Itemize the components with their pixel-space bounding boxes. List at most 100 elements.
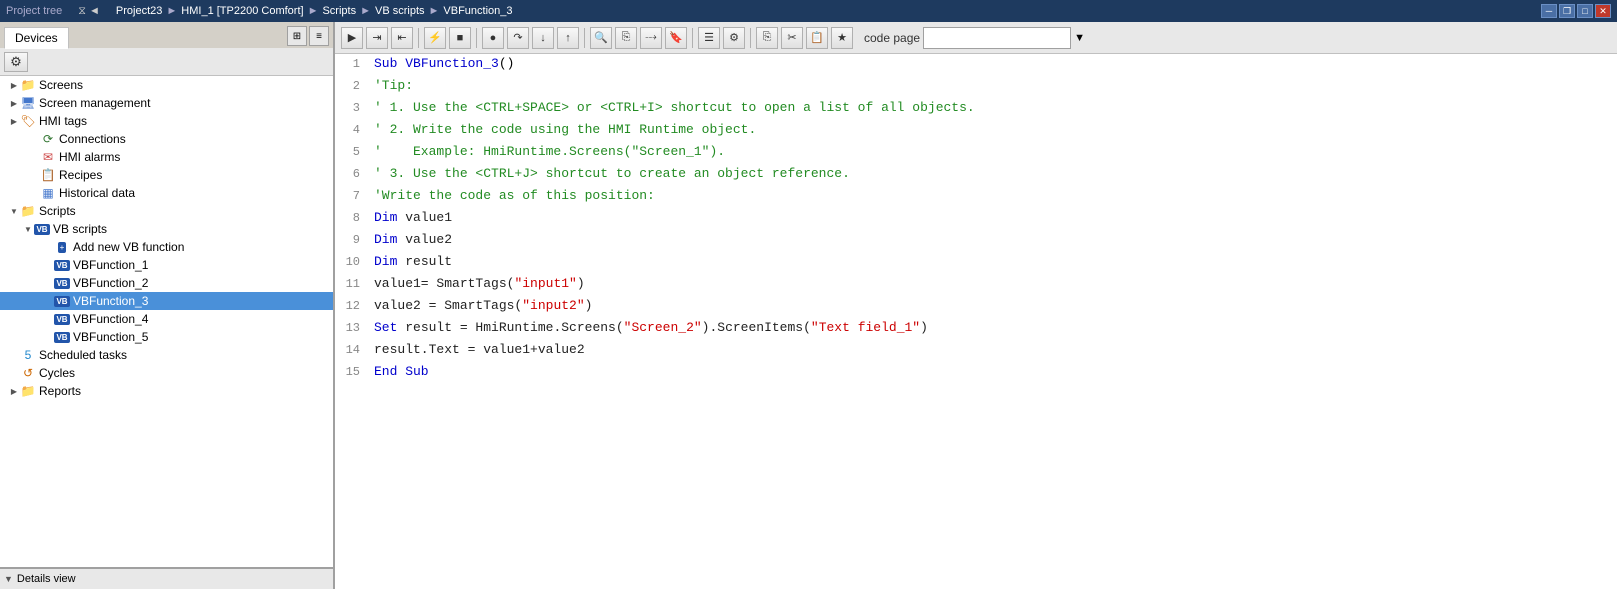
line-number-1: 1 [335, 55, 370, 73]
line-content-5[interactable]: ' Example: HmiRuntime.Screens("Screen_1"… [370, 142, 1617, 162]
connections-icon: ⟳ [40, 132, 56, 146]
replace-button[interactable]: ⎘ [615, 27, 637, 49]
historical-label: Historical data [59, 186, 135, 200]
hmi-alarms-icon: ✉ [40, 150, 56, 164]
expand-vb-scripts[interactable]: ▼ [22, 223, 34, 235]
project-tree[interactable]: ▶ 📁 Screens ▶ 🖥 Screen management ▶ 🏷 HM… [0, 76, 333, 567]
line-content-7[interactable]: 'Write the code as of this position: [370, 186, 1617, 206]
cut-button[interactable]: ✂ [781, 27, 803, 49]
outdent-button[interactable]: ⇤ [391, 27, 413, 49]
left-toolbar: ⚙ [0, 48, 333, 76]
devices-tab[interactable]: Devices [4, 27, 69, 49]
add-vb-label: Add new VB function [73, 240, 184, 254]
folder-icon: 📁 [20, 78, 36, 92]
code-editor[interactable]: 1Sub VBFunction_3()2'Tip:3' 1. Use the <… [335, 54, 1617, 589]
breadcrumb-scripts: Scripts [322, 5, 356, 17]
tree-item-vbfunc1[interactable]: ▶ VB VBFunction_1 [0, 256, 333, 274]
code-page-input[interactable] [923, 27, 1071, 49]
grid-view-button[interactable]: ⊞ [287, 26, 307, 46]
vbfunc1-label: VBFunction_1 [73, 258, 148, 272]
bookmark-button[interactable]: 🔖 [665, 27, 687, 49]
connections-label: Connections [59, 132, 126, 146]
line-content-11[interactable]: value1= SmartTags("input1") [370, 274, 1617, 294]
panel-controls[interactable]: ⧖ ◄ [78, 5, 100, 18]
bottom-collapse-arrow[interactable]: ▼ [4, 574, 13, 584]
historical-icon: ▦ [40, 186, 56, 200]
step-into-button[interactable]: ↓ [532, 27, 554, 49]
tree-item-vbfunc3[interactable]: ▶ VB VBFunction_3 [0, 292, 333, 310]
minimize-button[interactable]: ─ [1541, 4, 1557, 18]
line-content-4[interactable]: ' 2. Write the code using the HMI Runtim… [370, 120, 1617, 140]
expand-screens[interactable]: ▶ [8, 79, 20, 91]
tree-item-screen-management[interactable]: ▶ 🖥 Screen management [0, 94, 333, 112]
breadcrumb-vb: VB scripts [375, 5, 425, 17]
line-number-9: 9 [335, 231, 370, 249]
compile-button[interactable]: ⚡ [424, 27, 446, 49]
indent-button[interactable]: ⇥ [366, 27, 388, 49]
ext-button[interactable]: ★ [831, 27, 853, 49]
tree-item-hmi-alarms[interactable]: ▶ ✉ HMI alarms [0, 148, 333, 166]
copy-button[interactable]: ⎘ [756, 27, 778, 49]
paste-button[interactable]: 📋 [806, 27, 828, 49]
step-over-button[interactable]: ↷ [507, 27, 529, 49]
expand-reports[interactable]: ▶ [8, 385, 20, 397]
code-line-5: 5' Example: HmiRuntime.Screens("Screen_1… [335, 142, 1617, 164]
tree-item-historical[interactable]: ▶ ▦ Historical data [0, 184, 333, 202]
line-content-2[interactable]: 'Tip: [370, 76, 1617, 96]
tree-item-add-vb[interactable]: ▶ + Add new VB function [0, 238, 333, 256]
properties-button[interactable]: ⚙ [723, 27, 745, 49]
line-number-2: 2 [335, 77, 370, 95]
close-button[interactable]: ✕ [1595, 4, 1611, 18]
code-line-15: 15End Sub [335, 362, 1617, 384]
line-content-10[interactable]: Dim result [370, 252, 1617, 272]
code-page-label: code page [864, 31, 920, 45]
expand-scripts[interactable]: ▼ [8, 205, 20, 217]
restore-button[interactable]: ❐ [1559, 4, 1575, 18]
tree-item-scripts[interactable]: ▼ 📁 Scripts [0, 202, 333, 220]
vb-scripts-label: VB scripts [53, 222, 107, 236]
window-controls[interactable]: ─ ❐ □ ✕ [1541, 4, 1611, 18]
line-content-6[interactable]: ' 3. Use the <CTRL+J> shortcut to create… [370, 164, 1617, 184]
line-content-3[interactable]: ' 1. Use the <CTRL+SPACE> or <CTRL+I> sh… [370, 98, 1617, 118]
autocomplete-button[interactable]: ☰ [698, 27, 720, 49]
line-content-13[interactable]: Set result = HmiRuntime.Screens("Screen_… [370, 318, 1617, 338]
expand-hmi-tags[interactable]: ▶ [8, 115, 20, 127]
tree-item-screens[interactable]: ▶ 📁 Screens [0, 76, 333, 94]
stop-button[interactable]: ■ [449, 27, 471, 49]
code-page-dropdown[interactable]: ▼ [1074, 32, 1085, 44]
toolbar-sep-1 [418, 28, 419, 48]
bottom-bar: ▼ Details view [0, 567, 333, 589]
breadcrumb-func: VBFunction_3 [443, 5, 512, 17]
list-view-button[interactable]: ≡ [309, 26, 329, 46]
tree-item-hmi-tags[interactable]: ▶ 🏷 HMI tags [0, 112, 333, 130]
line-content-1[interactable]: Sub VBFunction_3() [370, 54, 1617, 74]
toggle-bp-button[interactable]: ● [482, 27, 504, 49]
vbfunc4-label: VBFunction_4 [73, 312, 148, 326]
find-button[interactable]: 🔍 [590, 27, 612, 49]
toolbar-sep-2 [476, 28, 477, 48]
line-content-9[interactable]: Dim value2 [370, 230, 1617, 250]
tree-item-vbfunc5[interactable]: ▶ VB VBFunction_5 [0, 328, 333, 346]
line-content-12[interactable]: value2 = SmartTags("input2") [370, 296, 1617, 316]
line-content-14[interactable]: result.Text = value1+value2 [370, 340, 1617, 360]
line-number-5: 5 [335, 143, 370, 161]
expand-screen-mgmt[interactable]: ▶ [8, 97, 20, 109]
tree-item-vb-scripts[interactable]: ▼ VB VB scripts [0, 220, 333, 238]
line-content-8[interactable]: Dim value1 [370, 208, 1617, 228]
tree-item-connections[interactable]: ▶ ⟳ Connections [0, 130, 333, 148]
line-content-15[interactable]: End Sub [370, 362, 1617, 382]
left-tool-btn-1[interactable]: ⚙ [4, 52, 28, 72]
tree-item-vbfunc4[interactable]: ▶ VB VBFunction_4 [0, 310, 333, 328]
tree-item-scheduled[interactable]: ▶ 5 Scheduled tasks [0, 346, 333, 364]
goto-button[interactable]: ⤏ [640, 27, 662, 49]
tree-item-cycles[interactable]: ▶ ↺ Cycles [0, 364, 333, 382]
breadcrumb-project: Project23 [116, 5, 162, 17]
scripts-icon: 📁 [20, 204, 36, 218]
toolbar-sep-4 [692, 28, 693, 48]
tree-item-reports[interactable]: ▶ 📁 Reports [0, 382, 333, 400]
step-out-button[interactable]: ↑ [557, 27, 579, 49]
maximize-button[interactable]: □ [1577, 4, 1593, 18]
run-button[interactable]: ▶ [341, 27, 363, 49]
tree-item-recipes[interactable]: ▶ 📋 Recipes [0, 166, 333, 184]
tree-item-vbfunc2[interactable]: ▶ VB VBFunction_2 [0, 274, 333, 292]
